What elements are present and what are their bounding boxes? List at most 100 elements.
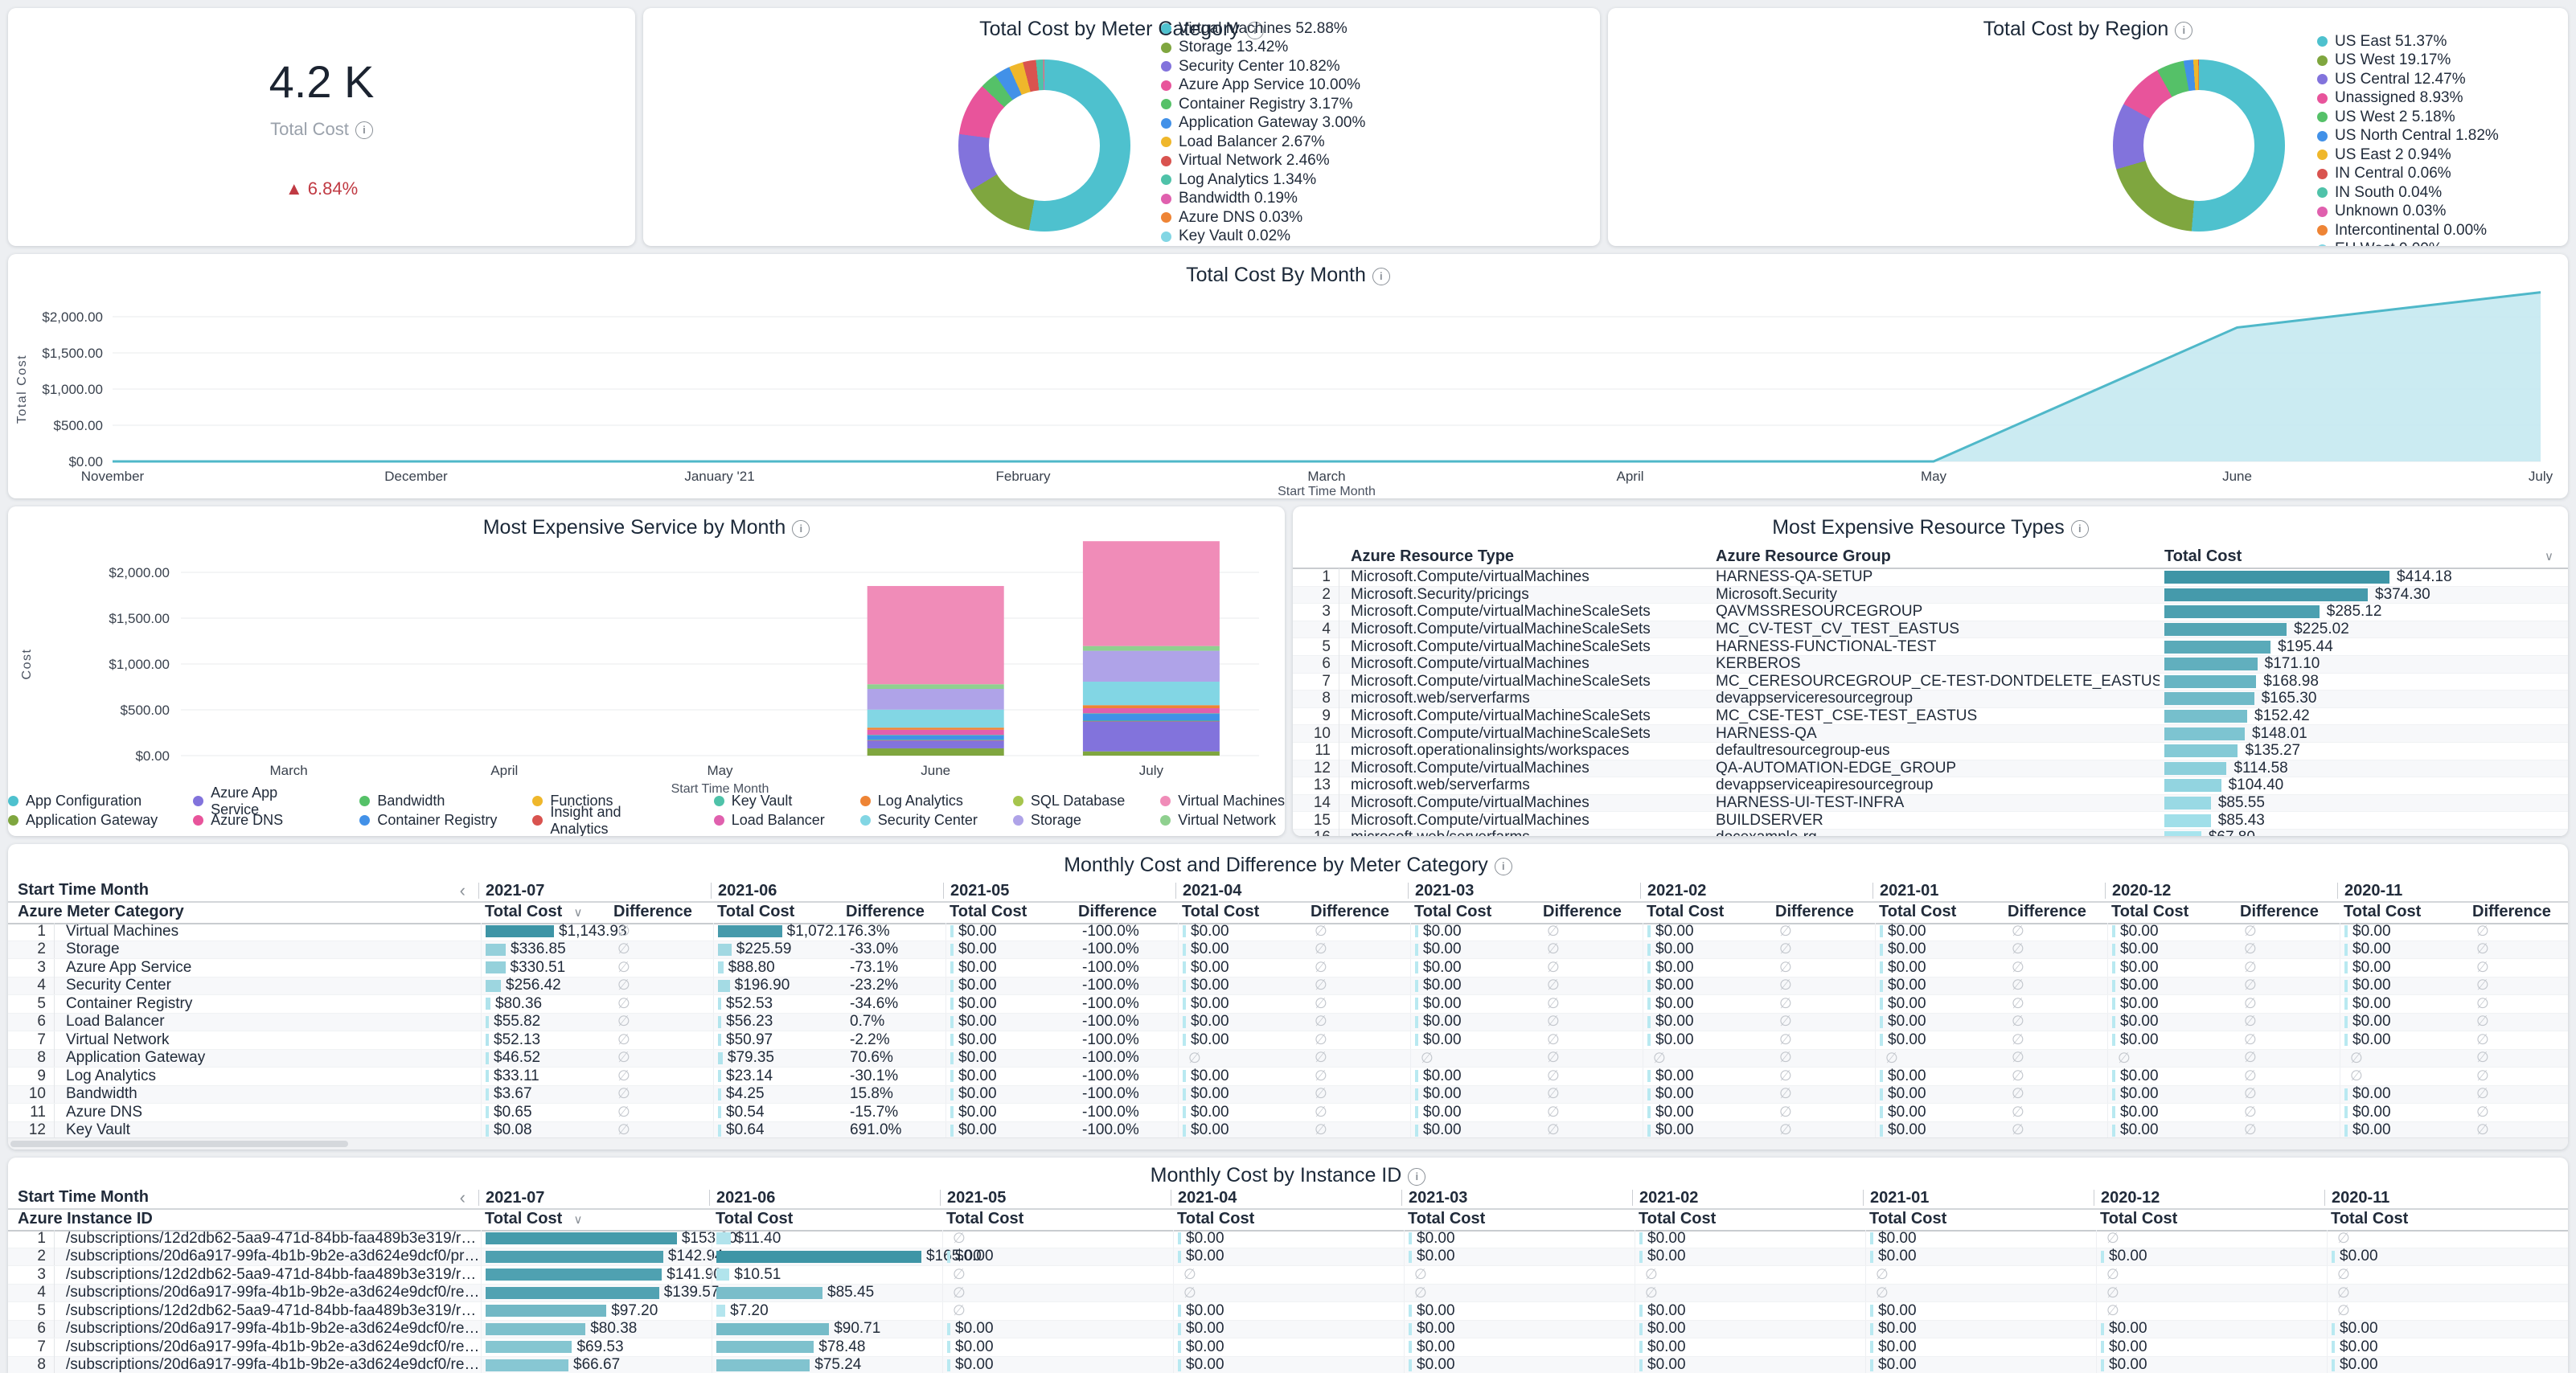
- bar-segment[interactable]: [1083, 713, 1220, 714]
- legend-item[interactable]: Load Balancer 2.67%: [1161, 133, 1365, 151]
- bar-segment[interactable]: [868, 748, 1004, 756]
- bar-segment[interactable]: [1083, 646, 1220, 651]
- measure-header[interactable]: Total Cost: [1171, 1210, 1401, 1228]
- legend-item[interactable]: Log Analytics: [860, 793, 978, 810]
- measure-header[interactable]: Total Cost: [1640, 903, 1769, 921]
- bar-segment[interactable]: [868, 735, 1004, 740]
- legend-item[interactable]: Intercontinental 0.00%: [2317, 222, 2499, 240]
- table-row[interactable]: 12Microsoft.Compute/virtualMachinesQA-AU…: [1293, 760, 2568, 778]
- legend-item[interactable]: IN Central 0.06%: [2317, 166, 2499, 183]
- measure-header[interactable]: Difference: [839, 903, 943, 921]
- legend-item[interactable]: Storage: [1013, 812, 1125, 830]
- month-header[interactable]: 2021-04: [1175, 883, 1408, 899]
- measure-header[interactable]: Total Cost: [943, 903, 1072, 921]
- table-row[interactable]: 4/subscriptions/20d6a917-99fa-4b1b-9b2e-…: [8, 1285, 2568, 1303]
- table-row[interactable]: 2/subscriptions/20d6a917-99fa-4b1b-9b2e-…: [8, 1248, 2568, 1267]
- table-row[interactable]: 7Microsoft.Compute/virtualMachineScaleSe…: [1293, 674, 2568, 691]
- table-row[interactable]: 16microsoft.web/serverfarmsdocexample-rg…: [1293, 830, 2568, 836]
- measure-header[interactable]: Total Cost: [2094, 1210, 2324, 1228]
- month-header[interactable]: 2021-03: [1401, 1190, 1632, 1206]
- sort-chevron-icon[interactable]: ∨: [570, 1213, 582, 1227]
- horizontal-scrollbar[interactable]: [8, 1137, 2568, 1150]
- measure-header[interactable]: Total Cost: [1401, 1210, 1632, 1228]
- month-header[interactable]: 2020-12: [2105, 883, 2337, 899]
- legend-item[interactable]: SQL Database: [1013, 793, 1125, 810]
- legend-item[interactable]: Virtual Machines 52.88%: [1161, 20, 1365, 38]
- measure-header[interactable]: Total Cost: [711, 903, 839, 921]
- bar-segment[interactable]: [868, 740, 1004, 748]
- table-row[interactable]: 14Microsoft.Compute/virtualMachinesHARNE…: [1293, 795, 2568, 813]
- legend-item[interactable]: Virtual Network 2.46%: [1161, 153, 1365, 170]
- measure-header[interactable]: Total Cost: [1632, 1210, 1863, 1228]
- bar-segment[interactable]: [868, 730, 1004, 735]
- row-dimension-header[interactable]: Azure Instance ID: [8, 1210, 478, 1228]
- legend-item[interactable]: US East 51.37%: [2317, 33, 2499, 51]
- month-header[interactable]: 2021-02: [1632, 1190, 1863, 1206]
- table-row[interactable]: 15Microsoft.Compute/virtualMachinesBUILD…: [1293, 812, 2568, 830]
- region-donut[interactable]: [2113, 59, 2285, 232]
- legend-item[interactable]: Load Balancer: [714, 812, 825, 830]
- table-row[interactable]: 2Microsoft.Security/pricingsMicrosoft.Se…: [1293, 587, 2568, 605]
- measure-header[interactable]: Difference: [2001, 903, 2105, 921]
- measure-header[interactable]: Total Cost: [709, 1210, 940, 1228]
- month-header[interactable]: 2021-05: [943, 883, 1175, 899]
- table-row[interactable]: 8Application Gateway$46.52∅$79.3570.6%$0…: [8, 1050, 2568, 1068]
- bar-segment[interactable]: [868, 684, 1004, 689]
- measure-header[interactable]: Difference: [1304, 903, 1408, 921]
- month-header[interactable]: 2021-06: [711, 883, 943, 899]
- row-dimension-header[interactable]: Azure Meter Category: [8, 903, 478, 921]
- column-header-resource-type[interactable]: Azure Resource Type: [1339, 547, 1704, 566]
- legend-item[interactable]: Virtual Network: [1160, 812, 1285, 830]
- legend-item[interactable]: US Central 12.47%: [2317, 71, 2499, 88]
- table-row[interactable]: 6Load Balancer$55.82∅$56.230.7%$0.00-100…: [8, 1014, 2568, 1032]
- table-row[interactable]: 3Azure App Service$330.51∅$88.80-73.1%$0…: [8, 959, 2568, 977]
- measure-header[interactable]: Difference: [2233, 903, 2337, 921]
- legend-item[interactable]: Security Center: [860, 812, 978, 830]
- month-header[interactable]: 2021-03: [1408, 883, 1640, 899]
- legend-item[interactable]: Security Center 10.82%: [1161, 58, 1365, 76]
- month-header[interactable]: 2021-07: [478, 1190, 709, 1206]
- table-row[interactable]: 4Microsoft.Compute/virtualMachineScaleSe…: [1293, 621, 2568, 639]
- month-header[interactable]: 2020-11: [2337, 883, 2568, 899]
- legend-item[interactable]: Container Registry 3.17%: [1161, 96, 1365, 113]
- legend-item[interactable]: Log Analytics 1.34%: [1161, 171, 1365, 189]
- table-row[interactable]: 6Microsoft.Compute/virtualMachinesKERBER…: [1293, 656, 2568, 674]
- table-row[interactable]: 13microsoft.web/serverfarmsdevappservice…: [1293, 777, 2568, 795]
- measure-header[interactable]: Difference: [1769, 903, 1873, 921]
- legend-item[interactable]: Azure App Service 10.00%: [1161, 77, 1365, 95]
- measure-header[interactable]: Difference: [1072, 903, 1175, 921]
- legend-item[interactable]: Virtual Machines: [1160, 793, 1285, 810]
- table-row[interactable]: 6/subscriptions/20d6a917-99fa-4b1b-9b2e-…: [8, 1321, 2568, 1339]
- info-icon[interactable]: i: [355, 121, 373, 139]
- table-row[interactable]: 7/subscriptions/20d6a917-99fa-4b1b-9b2e-…: [8, 1338, 2568, 1357]
- measure-header[interactable]: Difference: [2466, 903, 2568, 921]
- legend-item[interactable]: IN South 0.04%: [2317, 184, 2499, 202]
- prev-columns-chevron-icon[interactable]: ‹: [460, 1187, 466, 1208]
- column-header-total-cost[interactable]: Total Cost∨: [2160, 547, 2568, 566]
- legend-item[interactable]: EU West 0.00%: [2317, 241, 2499, 247]
- legend-item[interactable]: App Configuration: [8, 793, 158, 810]
- legend-item[interactable]: Application Gateway: [8, 812, 158, 830]
- legend-item[interactable]: Azure DNS 0.03%: [1161, 209, 1365, 227]
- measure-header[interactable]: Total Cost: [940, 1210, 1171, 1228]
- table-row[interactable]: 8microsoft.web/serverfarmsdevappservicer…: [1293, 691, 2568, 708]
- table-row[interactable]: 7Virtual Network$52.13∅$50.97-2.2%$0.00-…: [8, 1031, 2568, 1050]
- table-row[interactable]: 9Log Analytics$33.11∅$23.14-30.1%$0.00-1…: [8, 1068, 2568, 1086]
- info-icon[interactable]: i: [2071, 520, 2089, 538]
- measure-header[interactable]: Total Cost: [2337, 903, 2466, 921]
- bar-segment[interactable]: [868, 727, 1004, 730]
- legend-item[interactable]: Unassigned 8.93%: [2317, 90, 2499, 108]
- bar-segment[interactable]: [1083, 721, 1220, 752]
- legend-item[interactable]: Container Registry: [359, 812, 497, 830]
- legend-item[interactable]: Key Vault: [714, 793, 825, 810]
- month-header[interactable]: 2021-01: [1873, 883, 2105, 899]
- measure-header[interactable]: Total Cost: [1408, 903, 1536, 921]
- legend-item[interactable]: Application Gateway 3.00%: [1161, 115, 1365, 133]
- legend-item[interactable]: US North Central 1.82%: [2317, 128, 2499, 145]
- month-header[interactable]: 2021-06: [709, 1190, 940, 1206]
- legend-item[interactable]: Key Vault 0.02%: [1161, 228, 1365, 246]
- legend-item[interactable]: Azure App Service: [193, 793, 324, 810]
- measure-header[interactable]: Total Cost ∨: [478, 903, 607, 921]
- table-row[interactable]: 5Microsoft.Compute/virtualMachineScaleSe…: [1293, 638, 2568, 656]
- month-header[interactable]: 2021-04: [1171, 1190, 1401, 1206]
